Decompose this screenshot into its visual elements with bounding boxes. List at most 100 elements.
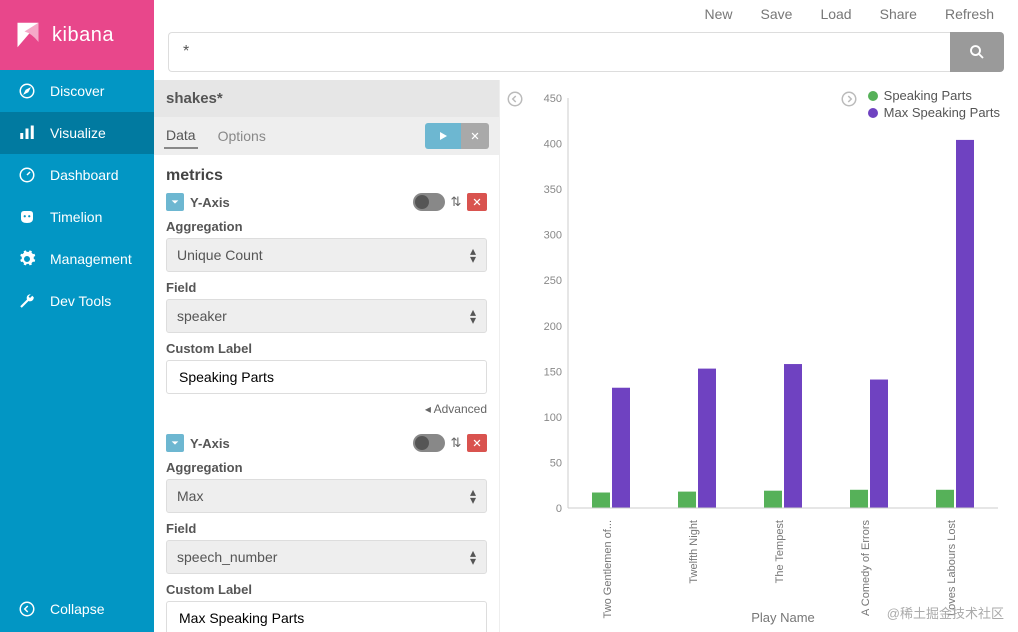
svg-text:0: 0 (556, 503, 562, 515)
field-label: Field (166, 521, 487, 536)
chart-area: Speaking Parts Max Speaking Parts 0 50 100… (500, 80, 1018, 632)
sidebar-item-label: Dashboard (50, 167, 119, 183)
svg-text:200: 200 (544, 321, 562, 333)
field-label: Field (166, 280, 487, 295)
metric-enable-toggle[interactable] (413, 434, 445, 452)
gear-icon (18, 250, 36, 268)
axis-type-label: Y-Axis (190, 195, 407, 210)
kibana-logo-icon (14, 21, 42, 49)
discard-changes-button[interactable] (461, 123, 489, 149)
metrics-section-title: metrics (166, 167, 487, 185)
aggregation-value: Max (177, 488, 203, 504)
expand-legend-button[interactable] (840, 90, 858, 108)
topbar-save[interactable]: Save (761, 6, 793, 22)
sidebar-item-devtools[interactable]: Dev Tools (0, 280, 154, 322)
legend-item[interactable]: Max Speaking Parts (868, 105, 1000, 120)
topbar-new[interactable]: New (705, 6, 733, 22)
legend-swatch-icon (868, 91, 878, 101)
field-select[interactable]: speech_number ▴▾ (166, 540, 487, 574)
collapse-label: Collapse (50, 601, 104, 617)
drag-handle-icon[interactable]: ⇅ (447, 434, 465, 452)
nav: Discover Visualize Dashboard Timelion Ma… (0, 70, 154, 586)
remove-metric-button[interactable] (467, 193, 487, 211)
play-icon (437, 130, 449, 142)
svg-text:250: 250 (544, 275, 562, 287)
apply-changes-button[interactable] (425, 123, 461, 149)
searchbar (154, 24, 1018, 80)
svg-text:The Tempest: The Tempest (774, 520, 786, 583)
aggregation-label: Aggregation (166, 460, 487, 475)
svg-text:300: 300 (544, 230, 562, 242)
field-value: speech_number (177, 549, 277, 565)
sidebar-item-discover[interactable]: Discover (0, 70, 154, 112)
chevron-updown-icon: ▴▾ (470, 488, 476, 504)
remove-metric-button[interactable] (467, 434, 487, 452)
aggregation-value: Unique Count (177, 247, 263, 263)
metric-enable-toggle[interactable] (413, 193, 445, 211)
bar-chart: 050100150200250300350400450Two Gentlemen… (528, 88, 1008, 628)
svg-text:A Comedy of Errors: A Comedy of Errors (860, 520, 872, 616)
logo-text: kibana (52, 24, 114, 47)
sidebar-item-dashboard[interactable]: Dashboard (0, 154, 154, 196)
tab-data[interactable]: Data (164, 123, 198, 149)
sidebar: kibana Discover Visualize Dashboard Time… (0, 0, 154, 632)
custom-label-label: Custom Label (166, 582, 487, 597)
sidebar-item-label: Timelion (50, 209, 102, 225)
topbar-refresh[interactable]: Refresh (945, 6, 994, 22)
collapse-metric-button[interactable] (166, 434, 184, 452)
dashboard-icon (18, 166, 36, 184)
drag-handle-icon[interactable]: ⇅ (447, 193, 465, 211)
custom-label-input[interactable] (166, 360, 487, 394)
compass-icon (18, 82, 36, 100)
index-pattern-header[interactable]: shakes* (154, 80, 499, 117)
sidebar-item-label: Management (50, 251, 132, 267)
main: New Save Load Share Refresh shakes* Data… (154, 0, 1018, 632)
sidebar-item-label: Visualize (50, 125, 106, 141)
svg-text:Twelfth Night: Twelfth Night (688, 520, 700, 584)
field-value: speaker (177, 308, 227, 324)
chevron-updown-icon: ▴▾ (470, 549, 476, 565)
search-button[interactable] (950, 32, 1004, 72)
svg-text:100: 100 (544, 412, 562, 424)
index-pattern-text: shakes* (166, 90, 223, 107)
topbar-load[interactable]: Load (820, 6, 851, 22)
axis-type-label: Y-Axis (190, 436, 407, 451)
advanced-toggle[interactable]: ◂ Advanced (166, 402, 487, 416)
collapse-metric-button[interactable] (166, 193, 184, 211)
watermark-text: @稀土掘金技术社区 (887, 603, 1004, 622)
config-panel: shakes* Data Options metrics (154, 80, 500, 632)
custom-label-label: Custom Label (166, 341, 487, 356)
search-icon (968, 43, 986, 61)
chevron-updown-icon: ▴▾ (470, 247, 476, 263)
collapse-panel-button[interactable] (506, 90, 524, 108)
svg-text:450: 450 (544, 93, 562, 105)
legend-label: Speaking Parts (884, 88, 972, 103)
svg-text:350: 350 (544, 184, 562, 196)
svg-text:Play Name: Play Name (751, 610, 815, 625)
svg-text:400: 400 (544, 139, 562, 151)
close-icon (470, 131, 480, 141)
legend-item[interactable]: Speaking Parts (868, 88, 1000, 103)
aggregation-label: Aggregation (166, 219, 487, 234)
chart-legend: Speaking Parts Max Speaking Parts (868, 88, 1000, 122)
aggregation-select[interactable]: Unique Count ▴▾ (166, 238, 487, 272)
search-input[interactable] (168, 32, 950, 72)
svg-text:Loves Labours Lost: Loves Labours Lost (946, 520, 958, 616)
chevron-updown-icon: ▴▾ (470, 308, 476, 324)
wrench-icon (18, 292, 36, 310)
topbar-share[interactable]: Share (880, 6, 917, 22)
legend-swatch-icon (868, 108, 878, 118)
svg-text:50: 50 (550, 457, 562, 469)
sidebar-item-management[interactable]: Management (0, 238, 154, 280)
aggregation-select[interactable]: Max ▴▾ (166, 479, 487, 513)
panel-tabs: Data Options (154, 117, 499, 155)
svg-text:150: 150 (544, 366, 562, 378)
tab-options[interactable]: Options (216, 124, 268, 148)
logo[interactable]: kibana (0, 0, 154, 70)
field-select[interactable]: speaker ▴▾ (166, 299, 487, 333)
sidebar-item-timelion[interactable]: Timelion (0, 196, 154, 238)
sidebar-item-visualize[interactable]: Visualize (0, 112, 154, 154)
collapse-sidebar-button[interactable]: Collapse (0, 586, 154, 632)
face-icon (18, 208, 36, 226)
custom-label-input[interactable] (166, 601, 487, 632)
